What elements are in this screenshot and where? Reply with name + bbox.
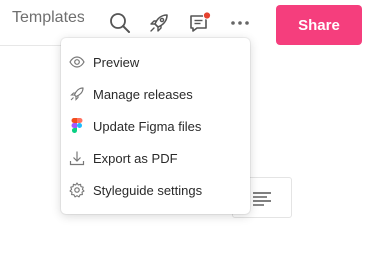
search-icon: [110, 13, 130, 33]
rocket-icon: [150, 14, 168, 32]
figma-icon: [71, 118, 83, 133]
menu-item-label: Export as PDF: [93, 150, 178, 166]
comment-icon: [190, 11, 212, 32]
tab-underline: [0, 45, 62, 46]
menu-item-preview[interactable]: Preview: [61, 46, 250, 78]
menu-item-label: Manage releases: [93, 86, 193, 102]
more-options-button[interactable]: [227, 10, 253, 36]
share-button[interactable]: Share: [276, 5, 362, 45]
menu-item-styleguide-settings[interactable]: Styleguide settings: [61, 174, 250, 206]
menu-item-label: Update Figma files: [93, 118, 202, 134]
comments-button[interactable]: [187, 10, 213, 36]
more-dots-icon: [231, 21, 249, 25]
rocket-icon: [70, 87, 84, 101]
align-left-icon: [253, 192, 271, 206]
menu-item-manage-releases[interactable]: Manage releases: [61, 78, 250, 110]
download-icon: [69, 151, 85, 166]
menu-item-update-figma-files[interactable]: Update Figma files: [61, 110, 250, 142]
menu-item-export-pdf[interactable]: Export as PDF: [61, 142, 250, 174]
gear-icon: [69, 182, 85, 198]
eye-icon: [69, 56, 85, 68]
search-button[interactable]: [107, 10, 133, 36]
options-dropdown-menu: Preview Manage releases Update Figma fil…: [61, 38, 250, 214]
page-title[interactable]: Templates: [12, 9, 84, 27]
menu-item-label: Preview: [93, 54, 140, 70]
releases-button[interactable]: [146, 10, 172, 36]
menu-item-label: Styleguide settings: [93, 182, 203, 198]
